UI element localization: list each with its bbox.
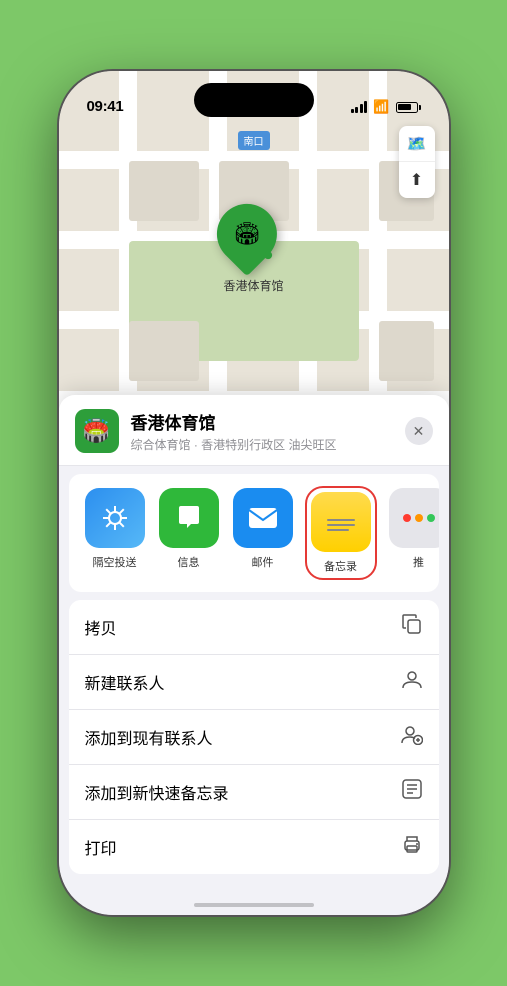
share-mail[interactable]: 邮件	[233, 488, 293, 570]
mail-icon	[233, 488, 293, 548]
status-time: 09:41	[87, 98, 124, 115]
mail-label: 邮件	[252, 554, 274, 570]
action-print-label: 打印	[85, 835, 117, 859]
airdrop-label: 隔空投送	[93, 554, 137, 570]
status-icons: 📶	[351, 99, 421, 115]
venue-desc: 综合体育馆 · 香港特别行政区 油尖旺区	[131, 436, 393, 453]
venue-icon: 🏟️	[75, 409, 119, 453]
location-button[interactable]: ⬆	[399, 162, 435, 198]
share-airdrop[interactable]: 隔空投送	[85, 488, 145, 570]
notes-line-2	[327, 524, 355, 526]
action-print[interactable]: 打印	[69, 820, 439, 874]
notes-line-3	[327, 529, 349, 531]
map-location-label: 南口	[238, 131, 270, 150]
messages-icon	[159, 488, 219, 548]
action-new-contact[interactable]: 新建联系人	[69, 655, 439, 710]
signal-bar-2	[355, 107, 358, 113]
notes-lines	[327, 519, 355, 531]
stadium-emoji: 🏟	[232, 221, 260, 247]
action-quick-note-label: 添加到新快速备忘录	[85, 780, 229, 804]
add-existing-icon	[401, 723, 423, 751]
share-items-container: 隔空投送 信息	[85, 488, 423, 578]
venue-info: 香港体育馆 综合体育馆 · 香港特别行政区 油尖旺区	[131, 409, 393, 453]
action-add-existing[interactable]: 添加到现有联系人	[69, 710, 439, 765]
dynamic-island	[194, 83, 314, 117]
notes-line-1	[327, 519, 355, 521]
signal-bar-3	[360, 104, 363, 113]
more-icon	[389, 488, 439, 548]
share-more[interactable]: 推	[389, 488, 439, 570]
dot-orange	[415, 514, 423, 522]
share-row: 隔空投送 信息	[69, 474, 439, 592]
venue-emoji: 🏟️	[83, 418, 110, 444]
signal-bar-1	[351, 109, 354, 113]
action-add-existing-label: 添加到现有联系人	[85, 725, 213, 749]
stadium-marker: 🏟 香港体育馆	[223, 211, 283, 294]
messages-label: 信息	[178, 554, 200, 570]
action-list: 拷贝 新建联系人	[69, 600, 439, 874]
signal-bars-icon	[351, 101, 368, 113]
share-messages[interactable]: 信息	[159, 488, 219, 570]
action-copy-label: 拷贝	[85, 615, 117, 639]
share-notes[interactable]: 备忘录	[307, 488, 375, 578]
signal-bar-4	[364, 101, 367, 113]
more-label: 推	[413, 554, 424, 570]
wifi-icon: 📶	[373, 99, 389, 115]
phone-frame: 09:41 📶	[59, 71, 449, 915]
map-type-button[interactable]: 🗺️	[399, 126, 435, 162]
stadium-map-label: 香港体育馆	[223, 277, 283, 294]
action-copy[interactable]: 拷贝	[69, 600, 439, 655]
close-button[interactable]: ✕	[405, 417, 433, 445]
battery-icon	[396, 102, 421, 113]
bottom-sheet: 🏟️ 香港体育馆 综合体育馆 · 香港特别行政区 油尖旺区 ✕	[59, 395, 449, 915]
airdrop-icon	[85, 488, 145, 548]
dot-green	[427, 514, 435, 522]
new-contact-icon	[401, 668, 423, 696]
copy-icon	[401, 613, 423, 641]
dot-red	[403, 514, 411, 522]
more-dots	[403, 514, 435, 522]
notes-icon	[311, 492, 371, 552]
print-icon	[401, 833, 423, 861]
action-new-contact-label: 新建联系人	[85, 670, 165, 694]
venue-name: 香港体育馆	[131, 409, 393, 434]
action-quick-note[interactable]: 添加到新快速备忘录	[69, 765, 439, 820]
notes-label: 备忘录	[324, 558, 357, 574]
quick-note-icon	[401, 778, 423, 806]
map-controls: 🗺️ ⬆	[399, 126, 435, 198]
home-indicator	[194, 903, 314, 907]
venue-header: 🏟️ 香港体育馆 综合体育馆 · 香港特别行政区 油尖旺区 ✕	[59, 395, 449, 466]
phone-screen: 09:41 📶	[59, 71, 449, 915]
